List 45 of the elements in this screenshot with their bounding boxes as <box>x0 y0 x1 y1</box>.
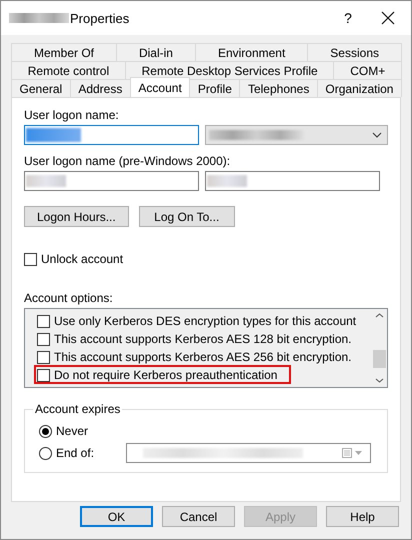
redacted-text <box>26 175 66 187</box>
help-button[interactable]: ? <box>325 3 371 33</box>
dialog-button[interactable]: Cancel <box>162 506 235 527</box>
checkbox-label: Unlock account <box>41 252 124 266</box>
date-field[interactable] <box>126 443 371 463</box>
redacted-text <box>207 175 247 187</box>
checkbox[interactable] <box>37 368 50 382</box>
window-title: Properties <box>70 10 130 26</box>
redacted-text <box>26 128 81 142</box>
action-button[interactable]: Log On To... <box>138 206 235 227</box>
field-label: User logon name: <box>24 108 119 122</box>
checkbox-label: Use only Kerberos DES encryption types for this account <box>54 314 356 328</box>
redacted-text <box>9 13 69 23</box>
caret-icon <box>372 132 382 138</box>
checkbox[interactable] <box>24 252 37 266</box>
checkbox-label: Do not require Kerberos preauthentication <box>54 368 278 382</box>
close-icon[interactable] <box>381 11 395 25</box>
tab[interactable]: Remote Desktop Services Profile <box>124 61 334 79</box>
tab[interactable]: Member Of <box>11 43 117 61</box>
tab[interactable]: Account <box>130 77 190 97</box>
checkbox-label: This account supports Kerberos AES 128 bit encryption. <box>54 332 352 346</box>
group-label: Account expires <box>34 402 122 416</box>
dialog-button[interactable]: OK <box>80 506 153 527</box>
input-field[interactable] <box>205 171 380 191</box>
radio-label: End of: <box>56 446 96 460</box>
tab[interactable]: Organization <box>316 79 402 97</box>
tab[interactable]: Telephones <box>239 79 318 97</box>
field-label: User logon name (pre-Windows 2000): <box>24 154 230 168</box>
radio-button[interactable] <box>39 424 52 438</box>
dialog-button[interactable]: Help <box>326 506 399 527</box>
radio-button[interactable] <box>39 446 52 460</box>
checkbox[interactable] <box>37 332 50 346</box>
checkbox[interactable] <box>37 314 50 328</box>
tab[interactable]: Remote control <box>11 61 126 79</box>
checkbox-label: This account supports Kerberos AES 256 bit encryption. <box>54 350 352 364</box>
input-field[interactable] <box>24 171 199 191</box>
action-button[interactable]: Logon Hours... <box>24 206 129 227</box>
tab[interactable]: COM+ <box>333 61 402 79</box>
tab[interactable]: General <box>11 79 71 97</box>
tab[interactable]: Sessions <box>307 43 402 61</box>
section-label: Account options: <box>24 291 113 305</box>
calendar-dropdown-icon <box>342 448 364 458</box>
radio-label: Never <box>56 424 90 438</box>
checkbox[interactable] <box>37 350 50 364</box>
input-field[interactable] <box>24 125 199 145</box>
